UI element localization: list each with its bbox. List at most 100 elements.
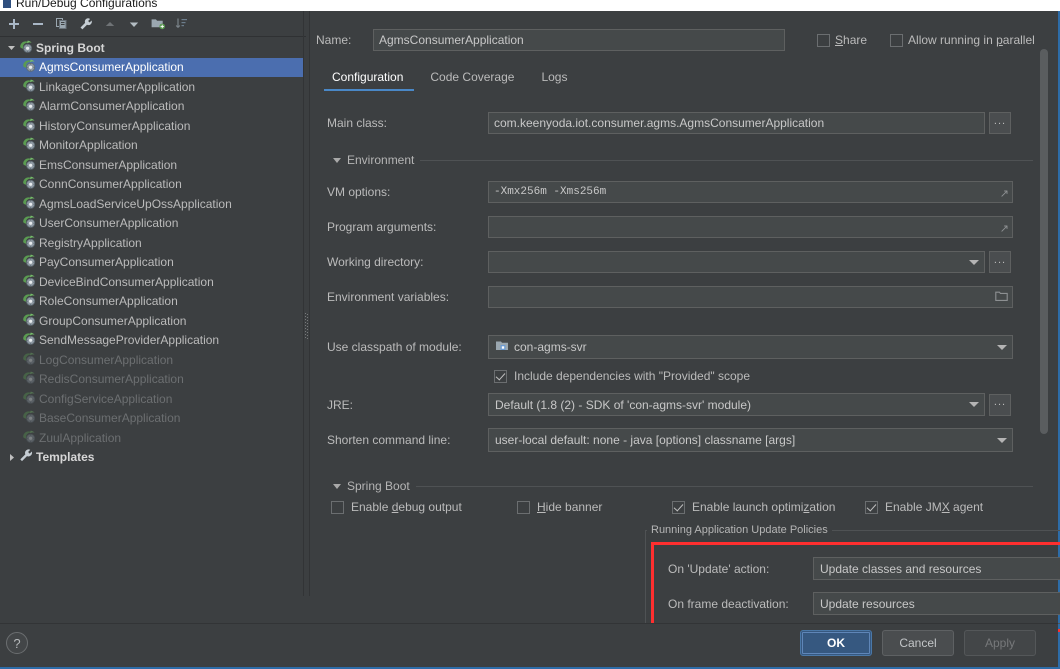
tree-group-spring-boot[interactable]: Spring Boot (0, 38, 304, 58)
on-frame-deactivation-label: On frame deactivation: (668, 596, 789, 611)
environment-section-label: Environment (347, 153, 415, 167)
working-directory-combo[interactable] (488, 251, 985, 273)
tree-item-SendMessageProviderApplication[interactable]: SendMessageProviderApplication (0, 331, 304, 351)
shorten-command-line-combo[interactable]: user-local default: none - java [options… (488, 428, 1013, 452)
chevron-down-icon-jre[interactable] (964, 394, 984, 415)
environment-section-header[interactable]: Environment (333, 153, 1033, 167)
classpath-module-combo[interactable]: con-agms-svr (488, 335, 1013, 359)
expand-editor-icon[interactable]: ↗ (1000, 189, 1009, 200)
hide-banner-checkbox[interactable]: Hide banner (517, 500, 602, 514)
tree-item-LogConsumerApplication[interactable]: LogConsumerApplication (0, 350, 304, 370)
tree-item-ConnConsumerApplication[interactable]: ConnConsumerApplication (0, 175, 304, 195)
configuration-name-input[interactable] (373, 29, 785, 51)
program-arguments-label: Program arguments: (327, 220, 437, 234)
enable-debug-output-checkbox[interactable]: Enable debug output (331, 500, 462, 514)
include-provided-checkbox[interactable] (494, 369, 507, 383)
tree-item-AgmsLoadServiceUpOssApplication[interactable]: AgmsLoadServiceUpOssApplication (0, 194, 304, 214)
include-provided-label: Include dependencies with "Provided" sco… (514, 369, 751, 383)
tree-item-AgmsConsumerApplication[interactable]: AgmsConsumerApplication (0, 57, 304, 77)
tree-item-PayConsumerApplication[interactable]: PayConsumerApplication (0, 253, 304, 273)
enable-jmx-agent-label: Enable JMX agent (885, 500, 984, 514)
tree-item-label: EmsConsumerApplication (39, 157, 178, 172)
tab-configuration[interactable]: Configuration (321, 67, 419, 91)
spring-boot-icon (21, 195, 38, 213)
tree-item-HistoryConsumerApplication[interactable]: HistoryConsumerApplication (0, 116, 304, 136)
program-arguments-input[interactable] (488, 216, 1013, 238)
jre-row: JRE: Default (1.8 (2) - SDK of 'con-agms… (327, 393, 1011, 416)
chevron-down-icon-scl[interactable] (992, 429, 1012, 451)
main-class-row: Main class: ... (327, 112, 1011, 134)
share-checkbox[interactable]: Share (817, 33, 867, 47)
move-into-folder-button[interactable] (146, 13, 169, 35)
remove-configuration-button[interactable] (26, 13, 49, 35)
tree-item-BaseConsumerApplication[interactable]: BaseConsumerApplication (0, 409, 304, 429)
browse-folder-icon[interactable] (995, 290, 1008, 305)
window-title-bar: Run/Debug Configurations (0, 0, 1060, 11)
tree-item-EmsConsumerApplication[interactable]: EmsConsumerApplication (0, 155, 304, 175)
help-button[interactable]: ? (6, 632, 28, 654)
on-update-action-combo[interactable]: Update classes and resources (813, 557, 1060, 580)
spring-boot-icon (21, 331, 38, 349)
chevron-down-icon-cp[interactable] (992, 336, 1012, 358)
tree-item-ZuulApplication[interactable]: ZuulApplication (0, 428, 304, 448)
tree-item-label: RoleConsumerApplication (39, 294, 178, 309)
move-down-button[interactable] (122, 13, 145, 35)
tree-item-DeviceBindConsumerApplication[interactable]: DeviceBindConsumerApplication (0, 272, 304, 292)
environment-variables-input[interactable] (488, 286, 1013, 308)
vm-options-row: VM options: ↗ (327, 181, 1013, 203)
expand-editor-icon-2[interactable]: ↗ (1000, 224, 1009, 235)
chevron-down-icon-wd[interactable] (964, 252, 984, 272)
spring-boot-section-header[interactable]: Spring Boot (333, 479, 1033, 493)
chevron-down-icon[interactable] (4, 43, 18, 52)
editor-scrollbar-thumb[interactable] (1040, 49, 1048, 434)
window-title: Run/Debug Configurations (16, 0, 158, 10)
main-class-input[interactable] (488, 112, 985, 134)
shorten-command-line-label: Shorten command line: (327, 433, 451, 447)
tree-item-RegistryApplication[interactable]: RegistryApplication (0, 233, 304, 253)
chevron-right-icon[interactable] (4, 453, 18, 462)
spring-boot-icon (18, 39, 35, 57)
tree-item-MonitorApplication[interactable]: MonitorApplication (0, 136, 304, 156)
sort-configurations-button[interactable] (170, 13, 193, 35)
tree-item-UserConsumerApplication[interactable]: UserConsumerApplication (0, 214, 304, 234)
shorten-command-line-value: user-local default: none - java [options… (495, 433, 796, 447)
tab-code-coverage[interactable]: Code Coverage (419, 67, 530, 91)
tree-item-AlarmConsumerApplication[interactable]: AlarmConsumerApplication (0, 97, 304, 117)
tree-item-RoleConsumerApplication[interactable]: RoleConsumerApplication (0, 292, 304, 312)
tree-group-templates[interactable]: Templates (0, 448, 304, 468)
cancel-button[interactable]: Cancel (882, 630, 954, 656)
on-update-action-label: On 'Update' action: (668, 561, 770, 576)
on-frame-deactivation-combo[interactable]: Update resources (813, 592, 1060, 615)
tree-item-LinkageConsumerApplication[interactable]: LinkageConsumerApplication (0, 77, 304, 97)
enable-jmx-agent-checkbox[interactable]: Enable JMX agent (865, 500, 983, 514)
main-class-browse-button[interactable]: ... (989, 112, 1011, 134)
jre-browse-button[interactable]: ... (989, 393, 1011, 416)
apply-button[interactable]: Apply (964, 630, 1036, 656)
move-up-button[interactable] (98, 13, 121, 35)
spring-boot-icon (21, 253, 38, 271)
configurations-tree[interactable]: Spring Boot AgmsConsumerApplication Link… (0, 38, 304, 623)
allow-parallel-checkbox[interactable]: Allow running in parallel (890, 33, 1035, 47)
tree-item-RedisConsumerApplication[interactable]: RedisConsumerApplication (0, 370, 304, 390)
allow-parallel-label: Allow running in parallel (908, 33, 1035, 47)
enable-launch-optimization-checkbox[interactable]: Enable launch optimization (672, 500, 835, 514)
add-configuration-button[interactable] (2, 13, 25, 35)
tab-logs[interactable]: Logs (530, 67, 583, 91)
jre-combo[interactable]: Default (1.8 (2) - SDK of 'con-agms-svr'… (488, 393, 985, 416)
vm-options-input[interactable] (488, 181, 1013, 203)
environment-variables-label: Environment variables: (327, 290, 450, 304)
tree-item-label: PayConsumerApplication (39, 255, 174, 270)
ok-button[interactable]: OK (800, 630, 872, 656)
editor-scrollbar[interactable] (1038, 26, 1049, 623)
tree-item-label: HistoryConsumerApplication (39, 118, 191, 133)
working-directory-row: Working directory: ... (327, 251, 1011, 273)
tree-item-GroupConsumerApplication[interactable]: GroupConsumerApplication (0, 311, 304, 331)
copy-configuration-button[interactable] (50, 13, 73, 35)
editor-tabs[interactable]: Configuration Code Coverage Logs (321, 63, 1051, 91)
configurations-toolbar (0, 11, 306, 37)
working-directory-browse-button[interactable]: ... (989, 251, 1011, 273)
include-provided-row[interactable]: Include dependencies with "Provided" sco… (494, 369, 750, 383)
name-label: Name: (316, 33, 352, 47)
tree-item-ConfigServiceApplication[interactable]: ConfigServiceApplication (0, 389, 304, 409)
edit-templates-button[interactable] (74, 13, 97, 35)
